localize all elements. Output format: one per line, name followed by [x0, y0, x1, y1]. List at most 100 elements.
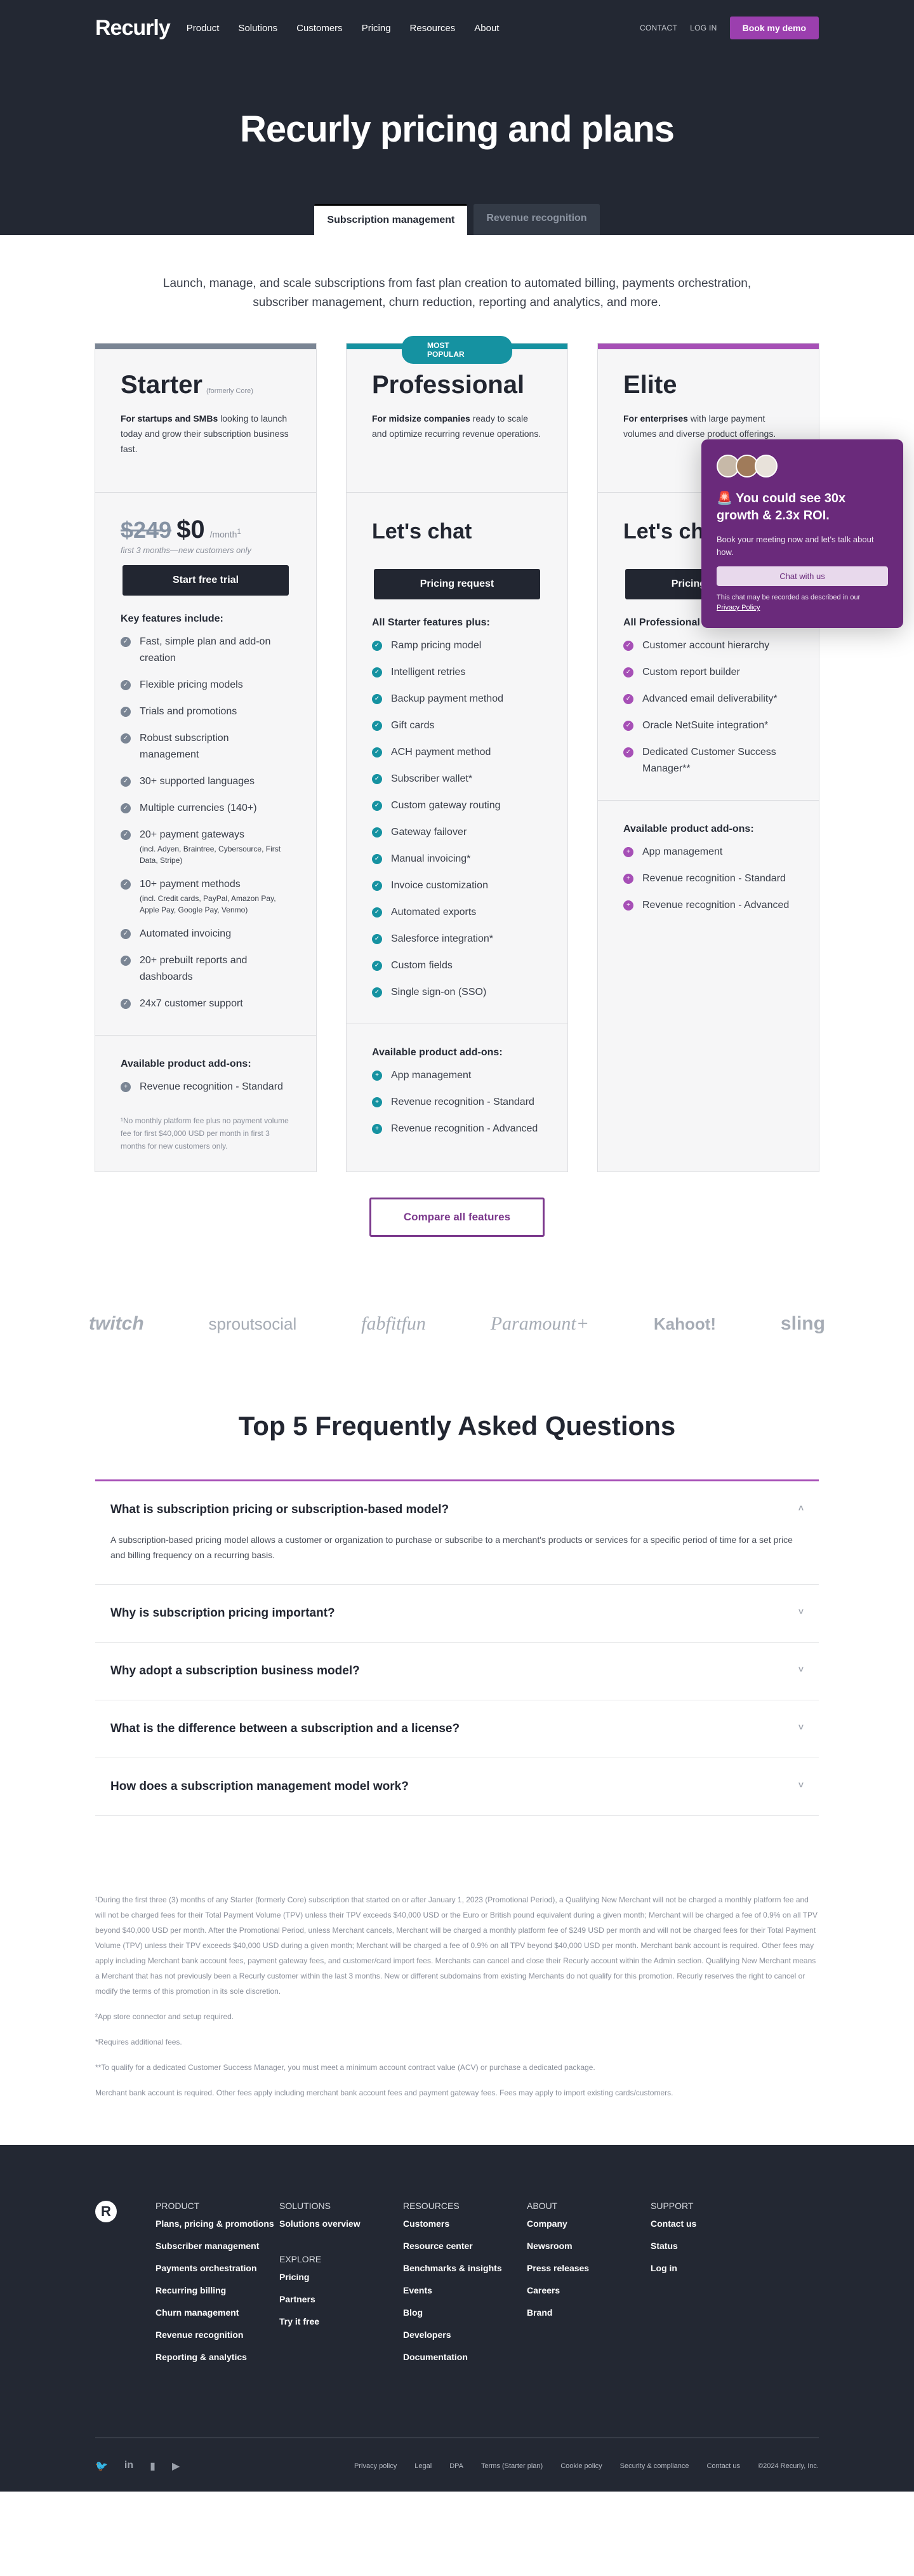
faq-question[interactable]: How does a subscription management model…: [110, 1780, 804, 1794]
legal-link[interactable]: DPA: [449, 2462, 463, 2470]
recurly-logo[interactable]: Recurly: [95, 16, 171, 41]
footer-link[interactable]: Recurring billing: [156, 2285, 279, 2295]
nav-about[interactable]: About: [474, 23, 499, 34]
footer-link[interactable]: Benchmarks & insights: [403, 2263, 527, 2273]
footer-link[interactable]: Brand: [527, 2307, 651, 2318]
chevron-down-icon[interactable]: ˅: [798, 1606, 804, 1620]
feature-item: ✓ Dedicated Customer Success Manager**: [623, 744, 793, 777]
plan-price: Let's chat: [347, 493, 567, 559]
feature-label: Revenue recognition - Standard: [140, 1081, 283, 1092]
faq-question[interactable]: Why adopt a subscription business model?…: [110, 1664, 804, 1678]
chevron-down-icon[interactable]: ˅: [798, 1722, 804, 1736]
feature-item: ✓ Multiple currencies (140+): [121, 800, 291, 817]
popup-body: Book your meeting now and let's talk abo…: [717, 535, 874, 557]
pricing-request-button[interactable]: Pricing request: [374, 569, 540, 599]
nav-resources[interactable]: Resources: [410, 23, 456, 34]
footer-link[interactable]: Customers: [403, 2219, 527, 2229]
legal-link[interactable]: Cookie policy: [560, 2462, 602, 2470]
footer-link[interactable]: Developers: [403, 2330, 527, 2340]
chat-bubble-icon[interactable]: ▮: [150, 2460, 156, 2473]
fine-print: ¹During the first three (3) months of an…: [95, 1892, 819, 2100]
footer-link[interactable]: Company: [527, 2219, 651, 2229]
feature-label: 30+ supported languages: [140, 776, 255, 787]
tab-revenue-recognition[interactable]: Revenue recognition: [474, 204, 600, 235]
feature-item: ✓ Automated exports: [372, 904, 542, 921]
faq-question[interactable]: What is subscription pricing or subscrip…: [110, 1503, 804, 1517]
twitch-logo: twitch: [89, 1313, 144, 1334]
feature-label: Invoice customization: [391, 880, 488, 891]
footer-link[interactable]: Blog: [403, 2307, 527, 2318]
privacy-policy-link[interactable]: Privacy Policy: [717, 604, 760, 611]
legal-link[interactable]: Legal: [414, 2462, 432, 2470]
plan-name: Elite: [623, 371, 677, 399]
footer-link[interactable]: Try it free: [279, 2316, 403, 2326]
linkedin-icon[interactable]: in: [124, 2460, 133, 2473]
plus-circle-icon: +: [372, 1097, 382, 1107]
youtube-icon[interactable]: ▶: [172, 2460, 180, 2473]
faq-question[interactable]: Why is subscription pricing important? ˅: [110, 1606, 804, 1620]
faq-item[interactable]: How does a subscription management model…: [95, 1758, 819, 1816]
nav-product[interactable]: Product: [187, 23, 220, 34]
nav-solutions[interactable]: Solutions: [238, 23, 277, 34]
twitter-icon[interactable]: 🐦: [95, 2460, 108, 2473]
footer-link[interactable]: Pricing: [279, 2272, 403, 2282]
feature-label: ACH payment method: [391, 747, 491, 757]
feature-item: ✓ Ramp pricing model: [372, 637, 542, 654]
footer-link[interactable]: Subscriber management: [156, 2241, 279, 2251]
footer-link[interactable]: Press releases: [527, 2263, 651, 2273]
addons: Available product add-ons: + Revenue reco…: [95, 1035, 316, 1171]
nav-customers[interactable]: Customers: [296, 23, 343, 34]
footer-link[interactable]: Churn management: [156, 2307, 279, 2318]
footer-link[interactable]: Revenue recognition: [156, 2330, 279, 2340]
footer-link[interactable]: Status: [651, 2241, 774, 2251]
footer-link[interactable]: Solutions overview: [279, 2219, 403, 2229]
footer-link[interactable]: Plans, pricing & promotions: [156, 2219, 279, 2229]
footer-link[interactable]: Resource center: [403, 2241, 527, 2251]
feature-item: ✓ Gift cards: [372, 717, 542, 734]
login-link[interactable]: LOG IN: [690, 23, 717, 32]
faq-item[interactable]: What is subscription pricing or subscrip…: [95, 1481, 819, 1585]
footer-link[interactable]: Partners: [279, 2294, 403, 2304]
book-demo-button[interactable]: Book my demo: [729, 17, 819, 39]
footer-link[interactable]: Payments orchestration: [156, 2263, 279, 2273]
faq-item[interactable]: Why is subscription pricing important? ˅: [95, 1585, 819, 1643]
footer-link[interactable]: Newsroom: [527, 2241, 651, 2251]
feature-item: ✓ 10+ payment methods (incl. Credit cards,…: [121, 876, 291, 916]
chat-with-us-button[interactable]: Chat with us: [717, 566, 888, 586]
footer-link[interactable]: Events: [403, 2285, 527, 2295]
chevron-down-icon[interactable]: ˅: [798, 1780, 804, 1794]
faq-item[interactable]: Why adopt a subscription business model?…: [95, 1643, 819, 1700]
footer-link[interactable]: Contact us: [651, 2219, 774, 2229]
check-circle-icon: ✓: [372, 694, 382, 704]
tab-subscription-management[interactable]: Subscription management: [314, 204, 468, 235]
legal-link[interactable]: Contact us: [706, 2462, 740, 2470]
check-circle-icon: ✓: [372, 667, 382, 677]
footer-column-title: EXPLORE: [279, 2254, 322, 2264]
faq-item[interactable]: What is the difference between a subscri…: [95, 1700, 819, 1758]
plus-circle-icon: +: [623, 874, 633, 884]
footer-link[interactable]: Documentation: [403, 2352, 527, 2362]
footer-link[interactable]: Reporting & analytics: [156, 2352, 279, 2362]
feature-item: ✓ Intelligent retries: [372, 664, 542, 681]
faq-question[interactable]: What is the difference between a subscri…: [110, 1722, 804, 1736]
footer-link[interactable]: Careers: [527, 2285, 651, 2295]
legal-link[interactable]: Privacy policy: [354, 2462, 397, 2470]
footer-logo[interactable]: R: [95, 2201, 156, 2374]
nav-pricing[interactable]: Pricing: [362, 23, 391, 34]
legal-link[interactable]: Security & compliance: [620, 2462, 689, 2470]
feature-item: ✓ Subscriber wallet*: [372, 771, 542, 787]
check-circle-icon: ✓: [121, 733, 131, 744]
footer-link[interactable]: Log in: [651, 2263, 774, 2273]
page: Recurly Product Solutions Customers Pric…: [0, 0, 914, 2492]
footer-column: RESOURCES Customers Resource center Benchma…: [403, 2201, 527, 2374]
start-free-trial-button[interactable]: Start free trial: [123, 565, 289, 596]
chevron-up-icon[interactable]: ˄: [798, 1503, 804, 1517]
feature-item: ✓ 20+ payment gateways (incl. Adyen, Brain…: [121, 827, 291, 866]
compare-all-features-button[interactable]: Compare all features: [369, 1198, 545, 1237]
addon-item: + App management: [372, 1067, 542, 1084]
chevron-down-icon[interactable]: ˅: [798, 1664, 804, 1678]
faq-question-text: Why adopt a subscription business model?: [110, 1664, 360, 1678]
legal-link[interactable]: Terms (Starter plan): [481, 2462, 543, 2470]
sproutsocial-logo: sproutsocial: [208, 1314, 297, 1333]
contact-link[interactable]: CONTACT: [640, 23, 677, 32]
